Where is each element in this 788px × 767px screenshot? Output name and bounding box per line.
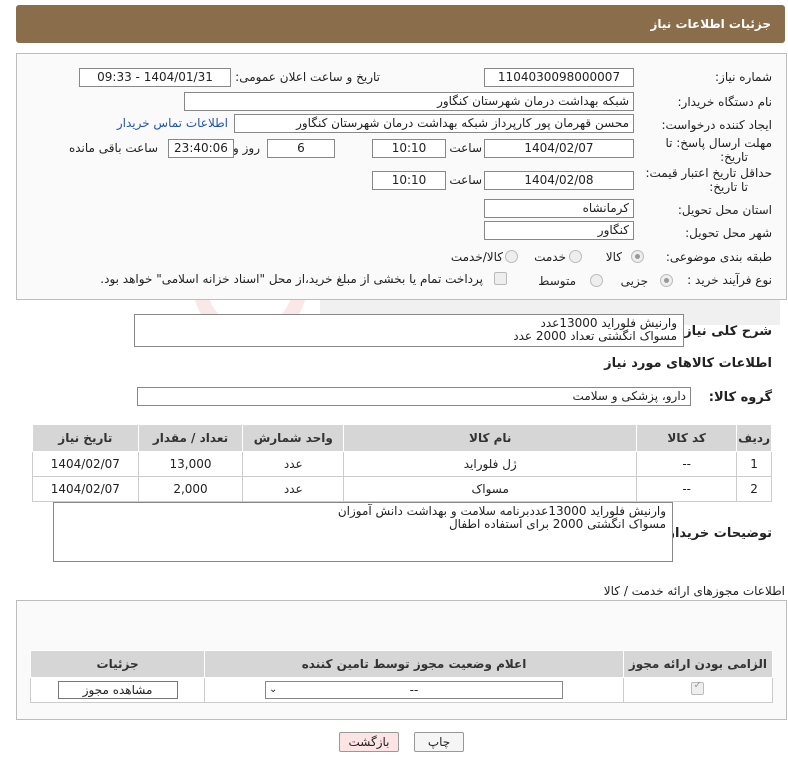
col-details: جزئیات: [29, 650, 206, 678]
category-radio-both[interactable]: [505, 250, 518, 263]
col-status: اعلام وضعیت مجوز توسط تامین کننده: [204, 650, 624, 678]
summary-label: شرح کلی نیاز:: [678, 324, 772, 339]
need-number-label: شماره نیاز:: [715, 70, 772, 84]
row-idx: 2: [736, 476, 772, 502]
process-label: نوع فرآیند خرید :: [687, 273, 772, 287]
remaining-label: ساعت باقی مانده: [68, 141, 158, 155]
licenses-table: الزامی بودن ارائه مجوز اعلام وضعیت مجوز …: [29, 650, 774, 703]
col-required: الزامی بودن ارائه مجوز: [622, 650, 774, 678]
row-qty: 13,000: [137, 451, 244, 477]
process-option-minor: جزیی: [620, 274, 648, 288]
city-label: شهر محل تحویل:: [685, 226, 772, 240]
row-date: 1404/02/07: [32, 451, 139, 477]
buyer-org-field: شبکه بهداشت درمان شهرستان کنگاور: [184, 92, 634, 111]
row-date: 1404/02/07: [32, 476, 139, 502]
need-number-field: 1104030098000007: [484, 68, 634, 87]
category-option-goods: کالا: [605, 250, 622, 264]
remaining-time-field: 23:40:06: [168, 139, 234, 158]
view-license-button[interactable]: مشاهده مجوز: [57, 681, 178, 699]
deadline-label-2: تاریخ:: [720, 150, 748, 164]
status-cell: -- ⌄: [204, 677, 624, 703]
category-radio-goods[interactable]: [631, 250, 644, 263]
col-name: نام کالا: [343, 424, 638, 452]
buyer-contact-link[interactable]: اطلاعات تماس خریدار: [117, 116, 228, 130]
required-cell: ✓: [622, 677, 774, 703]
chevron-down-icon: ⌄: [269, 684, 278, 695]
min-price-time-field: 10:10: [372, 171, 446, 190]
goods-table: ردیف کد کالا نام کالا واحد شمارش تعداد /…: [32, 424, 772, 502]
col-unit: واحد شمارش: [242, 424, 345, 452]
back-button[interactable]: بازگشت: [339, 732, 399, 752]
creator-label: ایجاد کننده درخواست:: [661, 118, 772, 132]
province-field: کرمانشاه: [484, 199, 634, 218]
row-unit: عدد: [242, 451, 345, 477]
min-price-time-label: ساعت: [449, 173, 482, 187]
goods-group-field: دارو، پزشکی و سلامت: [137, 387, 691, 406]
payment-note: پرداخت تمام یا بخشی از مبلغ خرید،از محل …: [100, 272, 483, 286]
min-price-label: حداقل تاریخ اعتبار قیمت:: [645, 166, 772, 180]
table-row: 2 -- مسواک عدد 2,000 1404/02/07: [32, 476, 772, 502]
table-row: 1 -- ژل فلوراید عدد 13,000 1404/02/07: [32, 451, 772, 477]
buyer-org-label: نام دستگاه خریدار:: [677, 95, 773, 109]
row-qty: 2,000: [137, 476, 244, 502]
process-radio-minor[interactable]: [660, 274, 673, 287]
category-option-both: کالا/خدمت: [450, 250, 503, 264]
row-code: --: [636, 451, 738, 477]
required-checkbox[interactable]: ✓: [691, 680, 705, 695]
days-label: روز و: [233, 141, 260, 155]
table-row: ✓ -- ⌄ مشاهده مجوز: [29, 677, 774, 703]
licenses-section-title: اطلاعات مجوزهای ارائه خدمت / کالا: [603, 584, 785, 598]
col-idx: ردیف: [736, 424, 772, 452]
announce-label: تاریخ و ساعت اعلان عمومی:: [235, 70, 380, 84]
summary-line-2: مسواک انگشتی تعداد 2000 عدد: [513, 329, 677, 343]
deadline-time-label: ساعت: [449, 141, 482, 155]
summary-textarea: وارنیش فلوراید 13000عدد مسواک انگشتی تعد…: [134, 314, 684, 347]
category-label: طبقه بندی موضوعی:: [665, 250, 772, 264]
buyer-notes-label: توضیحات خریدار:: [662, 526, 772, 541]
col-code: کد کالا: [636, 424, 738, 452]
category-option-service: خدمت: [534, 250, 566, 264]
print-button[interactable]: چاپ: [414, 732, 464, 752]
process-option-medium: متوسط: [538, 274, 576, 288]
goods-section-title: اطلاعات کالاهای مورد نیاز: [604, 356, 772, 371]
check-icon: ✓: [693, 680, 702, 691]
process-radio-medium[interactable]: [590, 274, 603, 287]
col-qty: تعداد / مقدار: [137, 424, 244, 452]
row-name: ژل فلوراید: [343, 451, 638, 477]
deadline-date-field: 1404/02/07: [484, 139, 634, 158]
buyer-notes-textarea: وارنیش فلوراید 13000عددبرنامه سلامت و به…: [53, 502, 673, 562]
city-field: کنگاور: [484, 221, 634, 240]
deadline-time-field: 10:10: [372, 139, 446, 158]
page-header: جزئیات اطلاعات نیاز: [16, 5, 785, 43]
announce-field: 1404/01/31 - 09:33: [79, 68, 231, 87]
page-title: جزئیات اطلاعات نیاز: [650, 17, 771, 31]
days-field: 6: [267, 139, 335, 158]
license-status-value: --: [409, 683, 419, 697]
details-cell: مشاهده مجوز: [29, 677, 206, 703]
treasury-checkbox[interactable]: [494, 272, 507, 285]
min-price-date-field: 1404/02/08: [484, 171, 634, 190]
license-status-select[interactable]: -- ⌄: [265, 681, 564, 699]
buyer-notes-line-2: مسواک انگشتی 2000 برای استفاده اطفال: [448, 517, 666, 531]
row-idx: 1: [736, 451, 772, 477]
min-price-label-2: تا تاریخ:: [709, 180, 748, 194]
deadline-label: مهلت ارسال پاسخ: تا: [665, 136, 772, 150]
row-name: مسواک: [343, 476, 638, 502]
category-radio-service[interactable]: [569, 250, 582, 263]
row-unit: عدد: [242, 476, 345, 502]
goods-group-label: گروه کالا:: [708, 390, 772, 405]
province-label: استان محل تحویل:: [677, 203, 772, 217]
col-date: تاریخ نیاز: [32, 424, 139, 452]
row-code: --: [636, 476, 738, 502]
creator-field: محسن قهرمان پور کارپرداز شبکه بهداشت درم…: [234, 114, 634, 133]
